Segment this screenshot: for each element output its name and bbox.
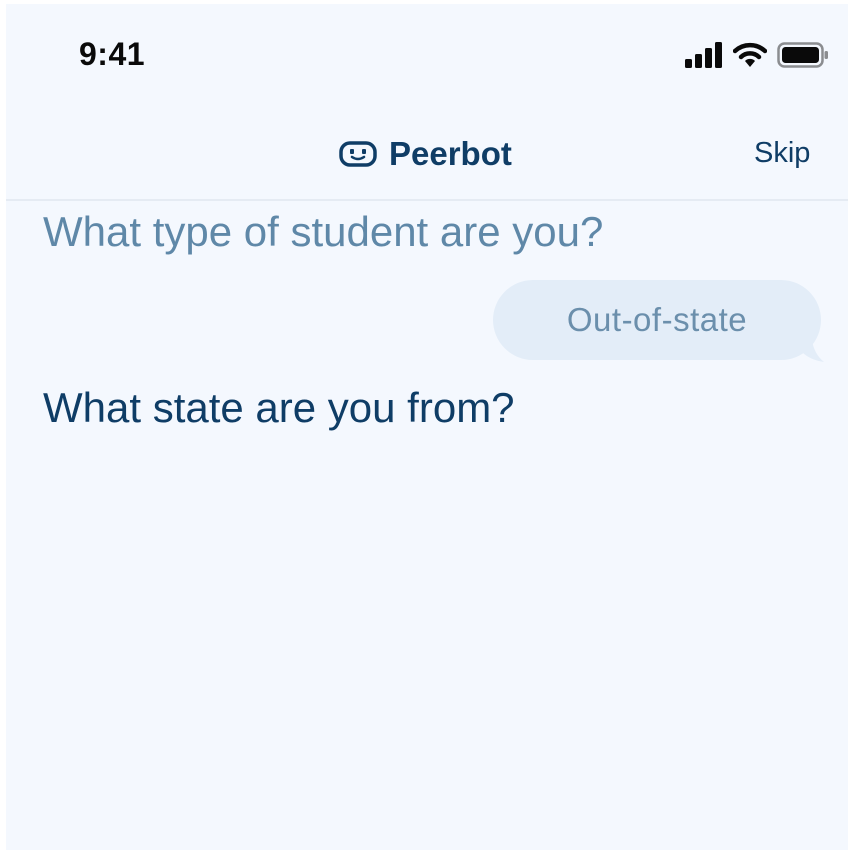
wifi-icon bbox=[733, 42, 767, 67]
bubble-tail bbox=[802, 340, 824, 362]
skip-button[interactable]: Skip bbox=[754, 137, 810, 170]
previous-question: What type of student are you? bbox=[43, 208, 604, 255]
status-bar: 9:41 bbox=[6, 4, 848, 104]
nav-bar: Peerbot Skip bbox=[6, 104, 848, 201]
signal-icon bbox=[685, 42, 722, 68]
answer-bubble: Out-of-state bbox=[493, 280, 821, 360]
current-question: What state are you from? bbox=[43, 384, 515, 431]
app-brand: Peerbot bbox=[339, 134, 512, 174]
answer-text: Out-of-state bbox=[566, 301, 748, 338]
status-icons bbox=[685, 42, 829, 68]
battery-icon bbox=[777, 42, 828, 68]
status-time: 9:41 bbox=[79, 36, 146, 72]
app-screen: 9:41 Peerbot Skip What type of student a… bbox=[6, 4, 848, 850]
robot-face-icon bbox=[339, 141, 377, 167]
app-title: Peerbot bbox=[389, 135, 512, 172]
